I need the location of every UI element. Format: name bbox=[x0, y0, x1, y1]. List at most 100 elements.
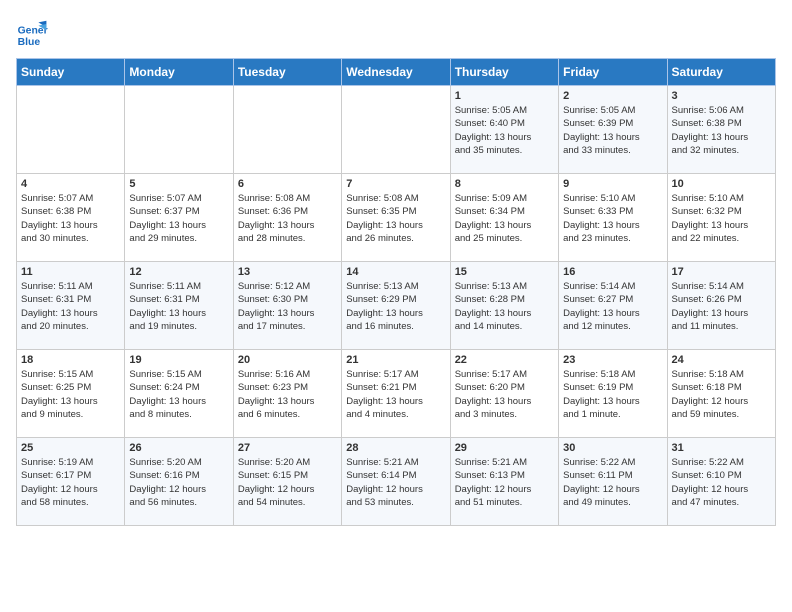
day-number: 18 bbox=[21, 354, 120, 366]
week-row-1: 1 Sunrise: 5:05 AM Sunset: 6:40 PM Daylig… bbox=[17, 86, 776, 174]
day-info: Sunrise: 5:07 AM Sunset: 6:37 PM Dayligh… bbox=[129, 192, 228, 245]
day-info: Sunrise: 5:20 AM Sunset: 6:15 PM Dayligh… bbox=[238, 456, 337, 509]
day-info: Sunrise: 5:05 AM Sunset: 6:39 PM Dayligh… bbox=[563, 104, 662, 157]
day-info: Sunrise: 5:06 AM Sunset: 6:38 PM Dayligh… bbox=[672, 104, 771, 157]
day-cell: 9 Sunrise: 5:10 AM Sunset: 6:33 PM Daylig… bbox=[559, 174, 667, 262]
day-header-sunday: Sunday bbox=[17, 59, 125, 86]
day-number: 12 bbox=[129, 266, 228, 278]
logo-icon: General Blue bbox=[16, 16, 48, 48]
day-info: Sunrise: 5:10 AM Sunset: 6:33 PM Dayligh… bbox=[563, 192, 662, 245]
day-cell: 4 Sunrise: 5:07 AM Sunset: 6:38 PM Daylig… bbox=[17, 174, 125, 262]
day-info: Sunrise: 5:15 AM Sunset: 6:25 PM Dayligh… bbox=[21, 368, 120, 421]
day-cell: 27 Sunrise: 5:20 AM Sunset: 6:15 PM Dayli… bbox=[233, 438, 341, 526]
day-number: 23 bbox=[563, 354, 662, 366]
day-header-friday: Friday bbox=[559, 59, 667, 86]
day-number: 13 bbox=[238, 266, 337, 278]
day-cell: 31 Sunrise: 5:22 AM Sunset: 6:10 PM Dayli… bbox=[667, 438, 775, 526]
day-header-monday: Monday bbox=[125, 59, 233, 86]
day-number: 28 bbox=[346, 442, 445, 454]
day-cell: 1 Sunrise: 5:05 AM Sunset: 6:40 PM Daylig… bbox=[450, 86, 558, 174]
day-cell: 7 Sunrise: 5:08 AM Sunset: 6:35 PM Daylig… bbox=[342, 174, 450, 262]
day-info: Sunrise: 5:19 AM Sunset: 6:17 PM Dayligh… bbox=[21, 456, 120, 509]
day-cell bbox=[233, 86, 341, 174]
day-info: Sunrise: 5:11 AM Sunset: 6:31 PM Dayligh… bbox=[129, 280, 228, 333]
day-cell: 26 Sunrise: 5:20 AM Sunset: 6:16 PM Dayli… bbox=[125, 438, 233, 526]
day-number: 10 bbox=[672, 178, 771, 190]
day-cell bbox=[342, 86, 450, 174]
day-number: 3 bbox=[672, 90, 771, 102]
day-number: 9 bbox=[563, 178, 662, 190]
day-cell: 3 Sunrise: 5:06 AM Sunset: 6:38 PM Daylig… bbox=[667, 86, 775, 174]
day-info: Sunrise: 5:15 AM Sunset: 6:24 PM Dayligh… bbox=[129, 368, 228, 421]
day-info: Sunrise: 5:18 AM Sunset: 6:18 PM Dayligh… bbox=[672, 368, 771, 421]
day-cell: 16 Sunrise: 5:14 AM Sunset: 6:27 PM Dayli… bbox=[559, 262, 667, 350]
week-row-2: 4 Sunrise: 5:07 AM Sunset: 6:38 PM Daylig… bbox=[17, 174, 776, 262]
day-info: Sunrise: 5:13 AM Sunset: 6:29 PM Dayligh… bbox=[346, 280, 445, 333]
day-number: 11 bbox=[21, 266, 120, 278]
day-info: Sunrise: 5:11 AM Sunset: 6:31 PM Dayligh… bbox=[21, 280, 120, 333]
day-cell: 13Sunrise: 5:12 AM Sunset: 6:30 PM Dayli… bbox=[233, 262, 341, 350]
day-number: 7 bbox=[346, 178, 445, 190]
day-cell: 28 Sunrise: 5:21 AM Sunset: 6:14 PM Dayli… bbox=[342, 438, 450, 526]
day-cell: 5 Sunrise: 5:07 AM Sunset: 6:37 PM Daylig… bbox=[125, 174, 233, 262]
day-number: 6 bbox=[238, 178, 337, 190]
day-cell: 14 Sunrise: 5:13 AM Sunset: 6:29 PM Dayli… bbox=[342, 262, 450, 350]
day-number: 30 bbox=[563, 442, 662, 454]
day-number: 20 bbox=[238, 354, 337, 366]
day-cell: 23 Sunrise: 5:18 AM Sunset: 6:19 PM Dayli… bbox=[559, 350, 667, 438]
day-cell: 8 Sunrise: 5:09 AM Sunset: 6:34 PM Daylig… bbox=[450, 174, 558, 262]
day-cell: 20 Sunrise: 5:16 AM Sunset: 6:23 PM Dayli… bbox=[233, 350, 341, 438]
day-info: Sunrise: 5:14 AM Sunset: 6:26 PM Dayligh… bbox=[672, 280, 771, 333]
day-cell: 24 Sunrise: 5:18 AM Sunset: 6:18 PM Dayli… bbox=[667, 350, 775, 438]
day-cell: 29 Sunrise: 5:21 AM Sunset: 6:13 PM Dayli… bbox=[450, 438, 558, 526]
day-cell: 10Sunrise: 5:10 AM Sunset: 6:32 PM Dayli… bbox=[667, 174, 775, 262]
day-info: Sunrise: 5:18 AM Sunset: 6:19 PM Dayligh… bbox=[563, 368, 662, 421]
day-header-saturday: Saturday bbox=[667, 59, 775, 86]
day-info: Sunrise: 5:09 AM Sunset: 6:34 PM Dayligh… bbox=[455, 192, 554, 245]
day-info: Sunrise: 5:07 AM Sunset: 6:38 PM Dayligh… bbox=[21, 192, 120, 245]
day-number: 31 bbox=[672, 442, 771, 454]
day-cell: 12 Sunrise: 5:11 AM Sunset: 6:31 PM Dayli… bbox=[125, 262, 233, 350]
day-number: 14 bbox=[346, 266, 445, 278]
day-cell: 22Sunrise: 5:17 AM Sunset: 6:20 PM Dayli… bbox=[450, 350, 558, 438]
page-header: General Blue bbox=[16, 16, 776, 48]
day-number: 27 bbox=[238, 442, 337, 454]
day-number: 5 bbox=[129, 178, 228, 190]
day-info: Sunrise: 5:21 AM Sunset: 6:14 PM Dayligh… bbox=[346, 456, 445, 509]
day-cell: 30 Sunrise: 5:22 AM Sunset: 6:11 PM Dayli… bbox=[559, 438, 667, 526]
day-number: 4 bbox=[21, 178, 120, 190]
day-header-tuesday: Tuesday bbox=[233, 59, 341, 86]
day-number: 29 bbox=[455, 442, 554, 454]
day-info: Sunrise: 5:08 AM Sunset: 6:36 PM Dayligh… bbox=[238, 192, 337, 245]
day-info: Sunrise: 5:05 AM Sunset: 6:40 PM Dayligh… bbox=[455, 104, 554, 157]
day-info: Sunrise: 5:22 AM Sunset: 6:11 PM Dayligh… bbox=[563, 456, 662, 509]
week-row-3: 11 Sunrise: 5:11 AM Sunset: 6:31 PM Dayli… bbox=[17, 262, 776, 350]
day-info: Sunrise: 5:08 AM Sunset: 6:35 PM Dayligh… bbox=[346, 192, 445, 245]
day-info: Sunrise: 5:22 AM Sunset: 6:10 PM Dayligh… bbox=[672, 456, 771, 509]
calendar-table: SundayMondayTuesdayWednesdayThursdayFrid… bbox=[16, 58, 776, 526]
day-info: Sunrise: 5:13 AM Sunset: 6:28 PM Dayligh… bbox=[455, 280, 554, 333]
day-header-thursday: Thursday bbox=[450, 59, 558, 86]
day-number: 8 bbox=[455, 178, 554, 190]
day-number: 24 bbox=[672, 354, 771, 366]
day-number: 16 bbox=[563, 266, 662, 278]
day-cell: 19Sunrise: 5:15 AM Sunset: 6:24 PM Dayli… bbox=[125, 350, 233, 438]
day-info: Sunrise: 5:16 AM Sunset: 6:23 PM Dayligh… bbox=[238, 368, 337, 421]
day-info: Sunrise: 5:14 AM Sunset: 6:27 PM Dayligh… bbox=[563, 280, 662, 333]
day-cell: 2Sunrise: 5:05 AM Sunset: 6:39 PM Daylig… bbox=[559, 86, 667, 174]
day-cell bbox=[17, 86, 125, 174]
day-number: 15 bbox=[455, 266, 554, 278]
day-number: 26 bbox=[129, 442, 228, 454]
day-info: Sunrise: 5:20 AM Sunset: 6:16 PM Dayligh… bbox=[129, 456, 228, 509]
day-cell: 15 Sunrise: 5:13 AM Sunset: 6:28 PM Dayli… bbox=[450, 262, 558, 350]
day-info: Sunrise: 5:17 AM Sunset: 6:20 PM Dayligh… bbox=[455, 368, 554, 421]
svg-text:Blue: Blue bbox=[18, 37, 41, 48]
day-number: 1 bbox=[455, 90, 554, 102]
day-info: Sunrise: 5:21 AM Sunset: 6:13 PM Dayligh… bbox=[455, 456, 554, 509]
day-cell: 21Sunrise: 5:17 AM Sunset: 6:21 PM Dayli… bbox=[342, 350, 450, 438]
day-cell: 17 Sunrise: 5:14 AM Sunset: 6:26 PM Dayli… bbox=[667, 262, 775, 350]
day-headers-row: SundayMondayTuesdayWednesdayThursdayFrid… bbox=[17, 59, 776, 86]
day-number: 17 bbox=[672, 266, 771, 278]
day-number: 25 bbox=[21, 442, 120, 454]
logo: General Blue bbox=[16, 16, 48, 48]
